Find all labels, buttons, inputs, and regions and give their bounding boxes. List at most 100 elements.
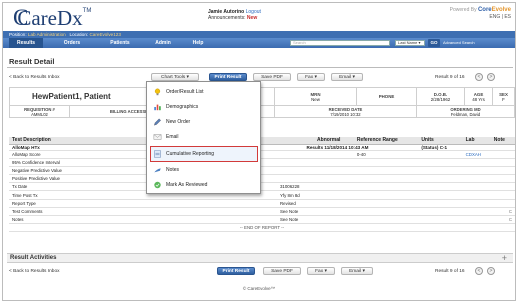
- logo-trademark: TM: [82, 8, 92, 14]
- tab-patients[interactable]: Patients: [103, 38, 137, 48]
- test-description: Time Post Tx: [9, 190, 150, 200]
- back-to-inbox-link[interactable]: < Back to Results Inbox: [9, 269, 60, 274]
- test-description: Tx Date: [9, 182, 150, 192]
- powered-by-brand: Powered By CoreEvolve ENG | ES: [450, 7, 511, 21]
- test-description: Notes: [9, 215, 150, 225]
- menu-item-cumulative-reporting[interactable]: Cumulative Reporting: [150, 146, 258, 162]
- fax-button[interactable]: Fax ▾: [297, 73, 325, 81]
- col-test-description: Test Description: [9, 137, 150, 145]
- tab-admin[interactable]: Admin: [148, 38, 178, 48]
- location-bar: Position: Lab Administration Location: C…: [3, 31, 515, 38]
- col-note: Note: [490, 137, 515, 145]
- app-window: CCareDxTM Jamie Autorino Logout Announce…: [2, 2, 516, 301]
- age-cell: AGE 48 Yrs: [464, 87, 493, 106]
- caredx-logo[interactable]: CCareDxTM: [13, 5, 91, 31]
- chevron-down-icon: ▾: [352, 75, 355, 80]
- test-description: Report Type: [9, 199, 150, 208]
- result-count: Result 9 of 16: [435, 75, 465, 80]
- previous-result-icon[interactable]: <: [475, 73, 483, 81]
- advanced-search-link[interactable]: Advanced Search: [443, 38, 475, 48]
- test-note[interactable]: C: [490, 207, 515, 217]
- test-note[interactable]: C: [490, 215, 515, 225]
- table-row: Notes See Note C: [9, 215, 515, 225]
- result-detail-title: Result Detail: [9, 57, 55, 66]
- test-result: See Note: [149, 215, 304, 225]
- back-to-inbox-link[interactable]: < Back to Results Inbox: [9, 75, 60, 80]
- previous-result-icon[interactable]: <: [475, 267, 483, 275]
- next-result-icon[interactable]: >: [487, 73, 495, 81]
- brand-core: Core: [477, 7, 492, 13]
- menu-item-label: Notes: [166, 167, 180, 173]
- print-result-button[interactable]: Print Result: [209, 73, 247, 81]
- fax-button[interactable]: Fax ▾: [307, 267, 335, 275]
- tab-results[interactable]: Results: [9, 38, 43, 48]
- email-button[interactable]: Email ▾: [341, 267, 373, 275]
- test-ref-range: [353, 158, 419, 167]
- menu-item-new-order[interactable]: New Order: [151, 115, 257, 129]
- location-value[interactable]: CareEvolve123: [89, 32, 120, 37]
- tab-orders[interactable]: Orders: [55, 38, 89, 48]
- menu-item-email[interactable]: Email: [151, 130, 257, 144]
- test-ref-range: [353, 207, 419, 217]
- menu-item-order-result-list[interactable]: Order/Result List: [151, 85, 257, 99]
- menu-item-demographics[interactable]: Demographics: [151, 100, 257, 114]
- print-result-button[interactable]: Print Result: [217, 267, 255, 275]
- result-activities-bar[interactable]: Result Activities +: [7, 253, 513, 263]
- test-units: [418, 166, 463, 176]
- test-units: [418, 199, 463, 208]
- test-note: [490, 182, 515, 192]
- test-lab-link[interactable]: CDXAH: [462, 150, 491, 159]
- received-value: 7/19/2010 10:32: [330, 111, 361, 117]
- age-value: 48 Yrs: [472, 96, 485, 102]
- table-row: Positive Predictive Value: [9, 174, 515, 184]
- test-ref-range: [353, 199, 419, 208]
- table-row: Negative Predictive Value: [9, 166, 515, 176]
- search-field-select[interactable]: Last Name ▾: [395, 40, 425, 46]
- main-nav: Results Orders Patients Admin Help Searc…: [3, 38, 515, 48]
- search-input[interactable]: Search: [290, 40, 390, 46]
- test-note: [490, 150, 515, 159]
- go-button[interactable]: GO: [428, 39, 440, 47]
- menu-item-label: Cumulative Reporting: [166, 151, 215, 157]
- envelope-icon: [153, 134, 162, 140]
- announcements-link[interactable]: Announcements:: [208, 15, 246, 21]
- expand-plus-icon[interactable]: +: [502, 253, 507, 263]
- sex-value: F: [502, 96, 505, 102]
- divider: [7, 67, 513, 68]
- fax-label: Fax: [305, 75, 314, 80]
- pencil-icon: [154, 168, 161, 173]
- search-field-select-value: Last Name: [398, 40, 418, 45]
- col-units: Units: [418, 137, 463, 145]
- result-count: Result 9 of 16: [435, 269, 465, 274]
- test-lab-link: [462, 174, 491, 184]
- test-abnormal: [303, 174, 354, 184]
- language-switch[interactable]: ENG | ES: [450, 14, 511, 21]
- save-pdf-button[interactable]: Save PDF: [253, 73, 291, 81]
- test-description: Test Comments: [9, 207, 150, 217]
- fax-label: Fax: [315, 269, 324, 274]
- mrn-cell: MRN New: [274, 87, 357, 106]
- save-pdf-button[interactable]: Save PDF: [263, 267, 301, 275]
- next-result-icon[interactable]: >: [487, 267, 495, 275]
- test-note: [490, 199, 515, 208]
- test-note: [490, 166, 515, 176]
- test-units: [418, 207, 463, 217]
- app-header: CCareDxTM Jamie Autorino Logout Announce…: [3, 3, 515, 31]
- email-label: Email: [349, 269, 362, 274]
- email-label: Email: [339, 75, 352, 80]
- announcements-new-badge: New: [246, 15, 258, 21]
- menu-item-mark-as-reviewed[interactable]: Mark As Reviewed: [151, 178, 257, 192]
- position-value[interactable]: Lab Administration: [28, 32, 66, 37]
- menu-item-notes[interactable]: Notes: [151, 163, 257, 177]
- table-row: AlloMap Score 0-40 CDXAH: [9, 150, 515, 159]
- tab-help[interactable]: Help: [185, 38, 211, 48]
- chart-tools-button[interactable]: Chart Tools ▾: [151, 73, 199, 81]
- pen-icon: [154, 118, 161, 126]
- location-label: Location:: [69, 32, 89, 37]
- email-button[interactable]: Email ▾: [331, 73, 363, 81]
- test-ref-range: 0-40: [353, 150, 419, 159]
- test-lab-link: [462, 199, 491, 208]
- table-row: Report Type Revised: [9, 199, 515, 208]
- logo-text: CareDx: [17, 6, 83, 30]
- phone-cell: PHONE: [356, 87, 417, 106]
